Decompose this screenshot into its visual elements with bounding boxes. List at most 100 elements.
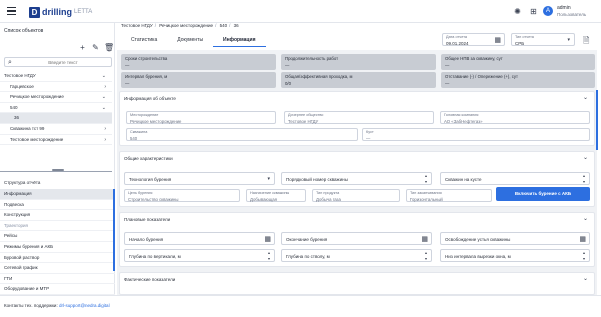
summary-card: Общая/эффективная проходка, м 0/0: [281, 72, 436, 88]
drilling-technology-select[interactable]: Технология бурения ▾: [124, 172, 275, 185]
field-value: Добыча газа: [316, 197, 341, 202]
add-icon[interactable]: +: [78, 43, 87, 52]
breadcrumb-item[interactable]: Речицкое месторождение: [159, 23, 213, 28]
collapse-icon[interactable]: ⌄: [583, 275, 588, 282]
subsidiary-field[interactable]: Дочернее общество Тестовое НГДУ: [284, 111, 434, 124]
tree-item-label: 36: [14, 115, 20, 121]
pad-field[interactable]: Куст —: [362, 128, 590, 141]
field-value: 540: [130, 136, 138, 141]
summary-label: Общее НПВ за скважину, сут: [445, 56, 503, 61]
splitter[interactable]: [0, 171, 112, 172]
structure-item[interactable]: Подвеска: [0, 200, 115, 211]
document-icon[interactable]: 🗎: [583, 35, 589, 49]
chevron-right-icon[interactable]: ›: [104, 135, 106, 146]
stepper-icon[interactable]: ▴ ▾: [268, 250, 270, 261]
footer-label: Контакты тех. поддержки:: [4, 303, 58, 308]
support-email-link[interactable]: drl-support@nedra.digital: [59, 303, 110, 308]
structure-item[interactable]: Конструкция: [0, 210, 115, 221]
well-purpose-field[interactable]: Назначение скважины Добывающая: [246, 189, 306, 202]
tree-item[interactable]: Тестовое НГДУ ⌄: [0, 71, 112, 82]
measured-depth-input[interactable]: Глубина по стволу, м ▴ ▾: [281, 249, 432, 262]
completion-type-field[interactable]: Тип заканчивания Горизонтальный: [406, 189, 492, 202]
structure-item[interactable]: Информация: [0, 189, 115, 200]
collapse-icon[interactable]: ⌄: [583, 154, 588, 161]
well-field[interactable]: Скважина 540: [126, 128, 358, 141]
field-label: Глубина по стволу, м: [286, 253, 330, 259]
structure-item[interactable]: Буровой раствор: [0, 253, 115, 264]
chevron-down-icon[interactable]: ⌄: [102, 92, 106, 103]
section-title: Плановые показатели: [124, 217, 171, 222]
calendar-icon[interactable]: ▦: [494, 36, 501, 44]
stepper-icon[interactable]: ▴ ▾: [583, 173, 585, 184]
splitter-handle[interactable]: [52, 169, 64, 171]
company-field[interactable]: Головная компания АО «ЗабНефтегаз»: [440, 111, 590, 124]
stepper-icon[interactable]: ▴ ▾: [425, 173, 427, 184]
calendar-icon[interactable]: ▦: [264, 235, 271, 243]
chevron-down-icon[interactable]: ⌄: [102, 103, 106, 114]
enable-akb-drilling-button[interactable]: Включить бурение с АКБ: [496, 187, 590, 201]
structure-item[interactable]: Рейсы: [0, 231, 115, 242]
vertical-depth-input[interactable]: Глубина по вертикали, м ▴ ▾: [124, 249, 275, 262]
stepper-icon[interactable]: ▴ ▾: [425, 250, 427, 261]
chevron-right-icon[interactable]: ›: [104, 124, 106, 135]
delete-icon[interactable]: 🗑: [104, 43, 114, 52]
summary-card: Интервал бурения, м —: [121, 72, 276, 88]
drilling-goal-field[interactable]: Цель бурения Строительство скважины: [124, 189, 240, 202]
structure-item[interactable]: Сетевой график: [0, 263, 115, 274]
field-label: Назначение скважины: [250, 191, 290, 195]
app-logo[interactable]: D drilling LETTA: [29, 6, 92, 18]
top-bar: D drilling LETTA ✺ ⊞ A admin Пользовател…: [0, 0, 601, 23]
wellhead-release-date[interactable]: Освобождение устья скважины ▦: [440, 232, 590, 245]
well-order-input[interactable]: Порядковый номер скважины ▴ ▾: [281, 172, 432, 185]
search-input[interactable]: [17, 59, 109, 66]
tab-statistics[interactable]: Статистика: [121, 35, 167, 47]
calendar-icon[interactable]: ▦: [579, 235, 586, 243]
tree-item-label: Тестовое НГДУ: [4, 73, 36, 78]
main-scrollbar[interactable]: [596, 90, 598, 150]
avatar[interactable]: A: [543, 6, 553, 16]
stepper-icon[interactable]: ▴ ▾: [583, 250, 585, 261]
collapse-icon[interactable]: ⌄: [583, 94, 588, 101]
tree-item[interactable]: 540 ⌄: [0, 103, 112, 114]
tree-item[interactable]: Тестовое месторождение ›: [0, 135, 112, 146]
field-value: Горизонтальный: [410, 197, 443, 202]
summary-card: Продолжительность работ —: [281, 54, 436, 70]
drilling-end-date[interactable]: Окончание бурения ▦: [281, 232, 432, 245]
wells-on-pad-input[interactable]: Скважин на кусте ▴ ▾: [440, 172, 590, 185]
footer-contacts: Контакты тех. поддержки: drl-support@ned…: [4, 303, 110, 308]
drilling-start-date[interactable]: Начало бурения ▦: [124, 232, 275, 245]
menu-icon[interactable]: [7, 7, 16, 16]
structure-item[interactable]: ГТИ: [0, 274, 115, 285]
field-field[interactable]: Месторождение Речицкое месторождение: [126, 111, 276, 124]
logo-word: drilling: [42, 7, 72, 17]
collapse-icon[interactable]: ⌄: [583, 215, 588, 222]
chevron-down-icon[interactable]: ⌄: [102, 71, 106, 82]
tree-item-label: 540: [10, 104, 18, 110]
structure-scrollbar[interactable]: [113, 189, 115, 271]
product-type-field[interactable]: Тип продукта Добыча газа: [312, 189, 400, 202]
tree-item[interactable]: 36: [0, 113, 112, 124]
structure-item[interactable]: Оборудование и МТР: [0, 284, 115, 295]
tree-item[interactable]: Гарцевское ›: [0, 82, 112, 93]
tab-documents[interactable]: Документы: [167, 35, 213, 47]
breadcrumb-item[interactable]: 540: [220, 23, 228, 28]
edit-icon[interactable]: ✎: [91, 43, 100, 52]
field-label: Низ интервала вырезки окна, м: [445, 253, 511, 259]
calendar-icon[interactable]: ▦: [421, 235, 428, 243]
window-bottom-input[interactable]: Низ интервала вырезки окна, м ▴ ▾: [440, 249, 590, 262]
report-date-picker[interactable]: Дата отчета 09.01.2024 ▦: [442, 33, 505, 46]
tree-item[interactable]: Скважина тст 99 ›: [0, 124, 112, 135]
chevron-right-icon[interactable]: ›: [104, 82, 106, 93]
summary-value: —: [125, 63, 130, 68]
grid-icon[interactable]: ⊞: [529, 7, 538, 16]
breadcrumb-item[interactable]: Тестовое НГДУ: [121, 23, 153, 28]
tab-information[interactable]: Информация: [213, 35, 266, 47]
field-label: Дочернее общество: [288, 113, 324, 117]
structure-item[interactable]: Траектория: [0, 221, 115, 232]
report-type-select[interactable]: Тип отчета СРБ ▾: [511, 33, 575, 46]
logo-sub: LETTA: [74, 9, 93, 15]
tree-item[interactable]: Речицкое месторождение ⌄: [0, 92, 112, 103]
summary-value: —: [125, 81, 130, 86]
sun-icon[interactable]: ✺: [513, 7, 522, 16]
structure-item[interactable]: Режимы бурения и АКБ: [0, 242, 115, 253]
